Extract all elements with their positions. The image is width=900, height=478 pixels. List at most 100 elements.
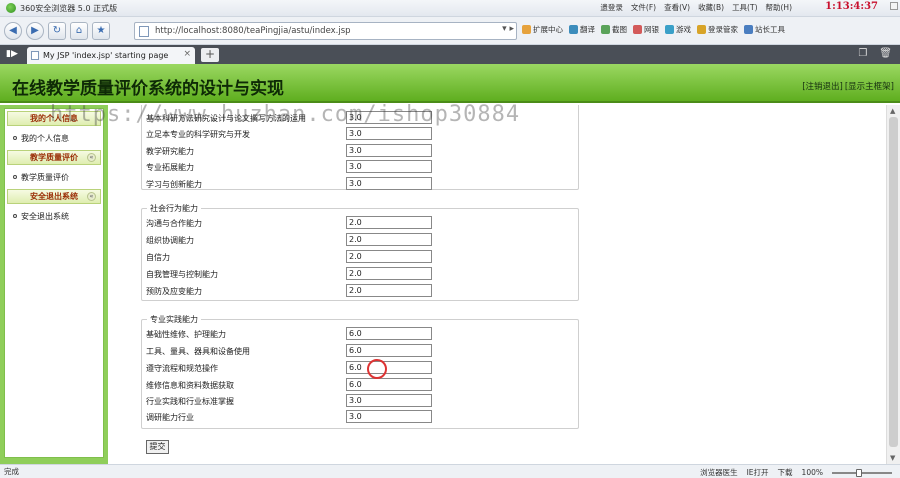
score-input[interactable]: 2.0 xyxy=(346,284,432,297)
zoom-slider-knob[interactable] xyxy=(856,468,862,477)
form-row: 立足本专业的科学研究与开发 3.0 xyxy=(146,127,432,141)
sidebar-item-logout[interactable]: 安全退出系统 xyxy=(5,206,103,226)
browser-app-title: 360安全浏览器 5.0 正式版 xyxy=(6,3,117,14)
row-label: 基础性维修、护理能力 xyxy=(146,329,226,339)
group-professional-practice: 专业实践能力 基础性维修、护理能力 6.0 工具、量具、器具和设备使用 6.0 遵守… xyxy=(141,314,579,429)
bullet-icon xyxy=(13,214,17,218)
row-label: 调研能力行业 xyxy=(146,412,194,422)
watermark: https://www.huzhan.com/ishop30884 xyxy=(50,102,521,127)
new-tab-button[interactable]: + xyxy=(201,48,219,62)
toolbar-label: 扩展中心 xyxy=(533,25,563,34)
scroll-up-icon[interactable]: ▲ xyxy=(890,107,895,115)
tab-title: My JSP 'index.jsp' starting page xyxy=(43,51,169,60)
clock-readout: 1:13:4:37 xyxy=(825,1,878,12)
menu-favorites[interactable]: 收藏(B) xyxy=(698,2,724,13)
score-input[interactable]: 3.0 xyxy=(346,144,432,157)
logout-link[interactable]: [注销退出] xyxy=(802,80,843,92)
browser-title-bar: 360安全浏览器 5.0 正式版 遗登录 文件(F) 查看(V) 收藏(B) 工… xyxy=(0,0,900,17)
show-main-frame-link[interactable]: [显示主框架] xyxy=(845,80,894,92)
status-right: 浏览器医生 IE打开 下载 100% xyxy=(700,467,892,478)
menu-view[interactable]: 查看(V) xyxy=(664,2,690,13)
ie-open[interactable]: IE打开 xyxy=(747,467,769,478)
mouse-cursor-highlight xyxy=(367,359,387,379)
score-input[interactable]: 6.0 xyxy=(346,327,432,340)
window-controls xyxy=(890,2,898,10)
score-input[interactable]: 3.0 xyxy=(346,177,432,190)
browser-toolbar: 扩展中心 翻译 截图 网银 游戏 登录管家 站长工具 xyxy=(522,24,785,35)
browser-doctor[interactable]: 浏览器医生 xyxy=(700,467,738,478)
form-row: 调研能力行业 3.0 xyxy=(146,410,432,424)
home-icon[interactable]: ⌂ xyxy=(70,21,88,40)
extensions-icon xyxy=(522,25,531,34)
zoom-level[interactable]: 100% xyxy=(802,468,823,477)
score-input[interactable]: 3.0 xyxy=(346,160,432,173)
sidebar-section-logout[interactable]: 安全退出系统 « xyxy=(7,189,101,204)
score-input[interactable]: 3.0 xyxy=(346,410,432,423)
refresh-icon[interactable]: ↻ xyxy=(48,21,66,40)
form-row: 自我管理与控制能力 2.0 xyxy=(146,267,432,281)
toolbar-label: 翻译 xyxy=(580,25,595,34)
browser-title-text: 360安全浏览器 5.0 正式版 xyxy=(20,3,118,13)
site-title: 在线教学质量评价系统的设计与实现 xyxy=(12,79,284,99)
row-label: 自我管理与控制能力 xyxy=(146,269,218,279)
toolbar-label: 截图 xyxy=(612,25,627,34)
score-input[interactable]: 6.0 xyxy=(346,361,432,374)
sidebar-item-personal-info[interactable]: 我的个人信息 xyxy=(5,128,103,148)
menu-login[interactable]: 遗登录 xyxy=(600,2,623,13)
score-input[interactable]: 6.0 xyxy=(346,378,432,391)
bullet-icon xyxy=(13,136,17,140)
sidebar-section-evaluation[interactable]: 教学质量评价 « xyxy=(7,150,101,165)
sidebar-item-evaluation[interactable]: 教学质量评价 xyxy=(5,167,103,187)
window-close-icon[interactable] xyxy=(890,2,898,10)
page-scrollbar[interactable]: ▲ ▼ xyxy=(886,105,900,464)
score-input[interactable]: 2.0 xyxy=(346,233,432,246)
toolbar-bank[interactable]: 网银 xyxy=(633,24,659,35)
toolbar-translate[interactable]: 翻译 xyxy=(569,24,595,35)
scrollbar-thumb[interactable] xyxy=(889,117,898,447)
screenshot-icon xyxy=(601,25,610,34)
toolbar-webmaster[interactable]: 站长工具 xyxy=(744,24,785,35)
score-input[interactable]: 2.0 xyxy=(346,267,432,280)
bank-icon xyxy=(633,25,642,34)
group-legend: 专业实践能力 xyxy=(147,314,201,325)
menu-tools[interactable]: 工具(T) xyxy=(732,2,757,13)
collapse-icon[interactable]: « xyxy=(87,192,96,201)
zoom-slider[interactable] xyxy=(832,468,892,477)
toolbar-label: 站长工具 xyxy=(755,25,785,34)
back-arrow-icon[interactable]: ◀ xyxy=(4,21,22,40)
page-header: 在线教学质量评价系统的设计与实现 [注销退出] [显示主框架] xyxy=(0,64,900,103)
section-title: 教学质量评价 xyxy=(30,153,78,162)
tab-index-jsp[interactable]: My JSP 'index.jsp' starting page × xyxy=(27,47,195,64)
row-label: 组织协调能力 xyxy=(146,235,194,245)
collapse-icon[interactable]: « xyxy=(87,153,96,162)
favorite-star-icon[interactable]: ★ xyxy=(92,21,110,40)
toolbar-screenshot[interactable]: 截图 xyxy=(601,24,627,35)
status-text: 完成 xyxy=(4,467,19,476)
score-input[interactable]: 3.0 xyxy=(346,127,432,140)
trash-icon[interactable]: 🗑 xyxy=(879,48,892,59)
menu-help[interactable]: 帮助(H) xyxy=(766,2,793,13)
submit-button[interactable]: 提交 xyxy=(146,440,169,454)
sidebar-toggle-icon[interactable]: ▮▶ xyxy=(6,49,18,59)
toolbar-extensions[interactable]: 扩展中心 xyxy=(522,24,563,35)
score-input[interactable]: 2.0 xyxy=(346,250,432,263)
tab-close-icon[interactable]: × xyxy=(183,49,191,59)
row-label: 遵守流程和规范操作 xyxy=(146,363,218,373)
browser-logo-icon xyxy=(6,3,16,13)
toolbar-games[interactable]: 游戏 xyxy=(665,24,691,35)
score-input[interactable]: 2.0 xyxy=(346,216,432,229)
toolbar-label: 游戏 xyxy=(676,25,691,34)
score-input[interactable]: 3.0 xyxy=(346,394,432,407)
forward-arrow-icon[interactable]: ▶ xyxy=(26,21,44,40)
download[interactable]: 下载 xyxy=(778,467,793,478)
address-dropdown-icon[interactable]: ▾ ▸ xyxy=(502,24,514,34)
restore-tabs-icon[interactable]: ❐ xyxy=(858,48,867,59)
address-bar[interactable]: http://localhost:8080/teaPingjia/astu/in… xyxy=(134,22,517,40)
evaluation-form: 基本科研方法研究设计与论文撰写方法的运用 3.0 立足本专业的科学研究与开发 3.0… xyxy=(108,105,886,464)
row-label: 自信力 xyxy=(146,252,170,262)
form-row: 遵守流程和规范操作 6.0 xyxy=(146,361,432,375)
menu-file[interactable]: 文件(F) xyxy=(631,2,656,13)
toolbar-login-manager[interactable]: 登录管家 xyxy=(697,24,738,35)
scroll-down-icon[interactable]: ▼ xyxy=(890,454,895,462)
score-input[interactable]: 6.0 xyxy=(346,344,432,357)
